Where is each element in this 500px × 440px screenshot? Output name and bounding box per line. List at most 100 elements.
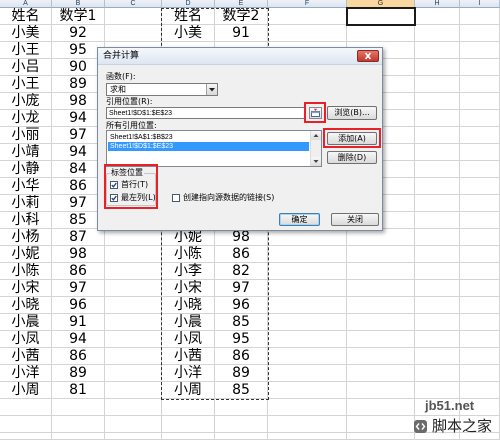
cell-H9[interactable]	[415, 144, 460, 161]
list-item[interactable]: Sheet1!$A$1:$B$23	[108, 133, 309, 142]
cell-C26[interactable]	[105, 433, 162, 440]
cell-H2[interactable]	[415, 25, 460, 42]
cell-A4[interactable]: 小吕	[0, 59, 52, 76]
cell-A11[interactable]: 小华	[0, 178, 52, 195]
cell-F1[interactable]	[268, 8, 347, 25]
dialog-title-bar[interactable]: 合并计算	[98, 48, 382, 65]
create-links-label[interactable]: 创建指向源数据的链接(S)	[183, 193, 274, 203]
scroll-up-button[interactable]	[311, 131, 321, 140]
cell-I8[interactable]	[460, 127, 500, 144]
column-header-B[interactable]: B	[52, 0, 105, 8]
cell-G15[interactable]	[347, 246, 415, 263]
cell-A26[interactable]	[0, 433, 52, 440]
cell-G23[interactable]	[347, 382, 415, 399]
cell-A19[interactable]: 小晨	[0, 314, 52, 331]
cell-F14[interactable]	[268, 229, 347, 246]
cell-H4[interactable]	[415, 59, 460, 76]
cell-G2[interactable]	[347, 25, 415, 42]
cell-B25[interactable]	[52, 416, 105, 433]
cell-A17[interactable]: 小宋	[0, 280, 52, 297]
column-header-C[interactable]: C	[105, 0, 162, 8]
cell-C2[interactable]	[105, 25, 162, 42]
cell-C14[interactable]	[105, 229, 162, 246]
cell-H8[interactable]	[415, 127, 460, 144]
cell-D25[interactable]	[162, 416, 215, 433]
cell-A25[interactable]	[0, 416, 52, 433]
cell-G26[interactable]	[347, 433, 415, 440]
cell-D24[interactable]	[162, 399, 215, 416]
cell-A14[interactable]: 小杨	[0, 229, 52, 246]
cell-F22[interactable]	[268, 365, 347, 382]
column-header-E[interactable]: E	[215, 0, 268, 8]
cell-H18[interactable]	[415, 297, 460, 314]
cell-F2[interactable]	[268, 25, 347, 42]
cell-C17[interactable]	[105, 280, 162, 297]
cell-C18[interactable]	[105, 297, 162, 314]
cell-A21[interactable]: 小茜	[0, 348, 52, 365]
cell-H20[interactable]	[415, 331, 460, 348]
function-dropdown-arrow[interactable]	[206, 84, 217, 95]
cell-F16[interactable]	[268, 263, 347, 280]
ok-button[interactable]: 确定	[279, 213, 320, 226]
cell-B23[interactable]: 81	[52, 382, 105, 399]
cell-H3[interactable]	[415, 42, 460, 59]
cell-I9[interactable]	[460, 144, 500, 161]
cell-I16[interactable]	[460, 263, 500, 280]
cell-F17[interactable]	[268, 280, 347, 297]
create-links-checkbox[interactable]	[172, 194, 180, 202]
cell-H5[interactable]	[415, 76, 460, 93]
cell-G18[interactable]	[347, 297, 415, 314]
cell-G20[interactable]	[347, 331, 415, 348]
cell-I13[interactable]	[460, 212, 500, 229]
list-item[interactable]: Sheet1!$D$1:$E$23	[108, 142, 309, 151]
cell-I20[interactable]	[460, 331, 500, 348]
cell-H15[interactable]	[415, 246, 460, 263]
cell-I5[interactable]	[460, 76, 500, 93]
cell-I7[interactable]	[460, 110, 500, 127]
cell-H11[interactable]	[415, 178, 460, 195]
cell-G21[interactable]	[347, 348, 415, 365]
cell-A23[interactable]: 小周	[0, 382, 52, 399]
function-dropdown[interactable]: 求和	[106, 83, 218, 96]
cell-I14[interactable]	[460, 229, 500, 246]
cell-I23[interactable]	[460, 382, 500, 399]
cell-A16[interactable]: 小陈	[0, 263, 52, 280]
cell-I22[interactable]	[460, 365, 500, 382]
cell-C22[interactable]	[105, 365, 162, 382]
cell-C19[interactable]	[105, 314, 162, 331]
cell-E26[interactable]	[215, 433, 268, 440]
cell-I10[interactable]	[460, 161, 500, 178]
cell-A15[interactable]: 小妮	[0, 246, 52, 263]
cell-B15[interactable]: 98	[52, 246, 105, 263]
browse-button[interactable]: 浏览(B)...	[327, 106, 377, 120]
cell-G14[interactable]	[347, 229, 415, 246]
cell-H12[interactable]	[415, 195, 460, 212]
cell-H10[interactable]	[415, 161, 460, 178]
cell-C1[interactable]	[105, 8, 162, 25]
cell-C24[interactable]	[105, 399, 162, 416]
cell-C16[interactable]	[105, 263, 162, 280]
cell-B2[interactable]: 92	[52, 25, 105, 42]
cell-B26[interactable]	[52, 433, 105, 440]
cell-A9[interactable]: 小靖	[0, 144, 52, 161]
cell-A5[interactable]: 小王	[0, 76, 52, 93]
cell-I2[interactable]	[460, 25, 500, 42]
reference-input[interactable]: Sheet1!$D$1:$E$23	[106, 107, 306, 119]
cell-C23[interactable]	[105, 382, 162, 399]
cell-A7[interactable]: 小龙	[0, 110, 52, 127]
cell-A1[interactable]: 姓名	[0, 8, 52, 25]
cell-A8[interactable]: 小丽	[0, 127, 52, 144]
column-header-F[interactable]: F	[268, 0, 347, 8]
cell-H22[interactable]	[415, 365, 460, 382]
column-header-D[interactable]: D	[162, 0, 215, 8]
cell-I19[interactable]	[460, 314, 500, 331]
cell-H13[interactable]	[415, 212, 460, 229]
cell-G19[interactable]	[347, 314, 415, 331]
cell-I11[interactable]	[460, 178, 500, 195]
cell-I17[interactable]	[460, 280, 500, 297]
cell-A22[interactable]: 小洋	[0, 365, 52, 382]
cell-G16[interactable]	[347, 263, 415, 280]
cell-F18[interactable]	[268, 297, 347, 314]
cell-H17[interactable]	[415, 280, 460, 297]
cell-G22[interactable]	[347, 365, 415, 382]
